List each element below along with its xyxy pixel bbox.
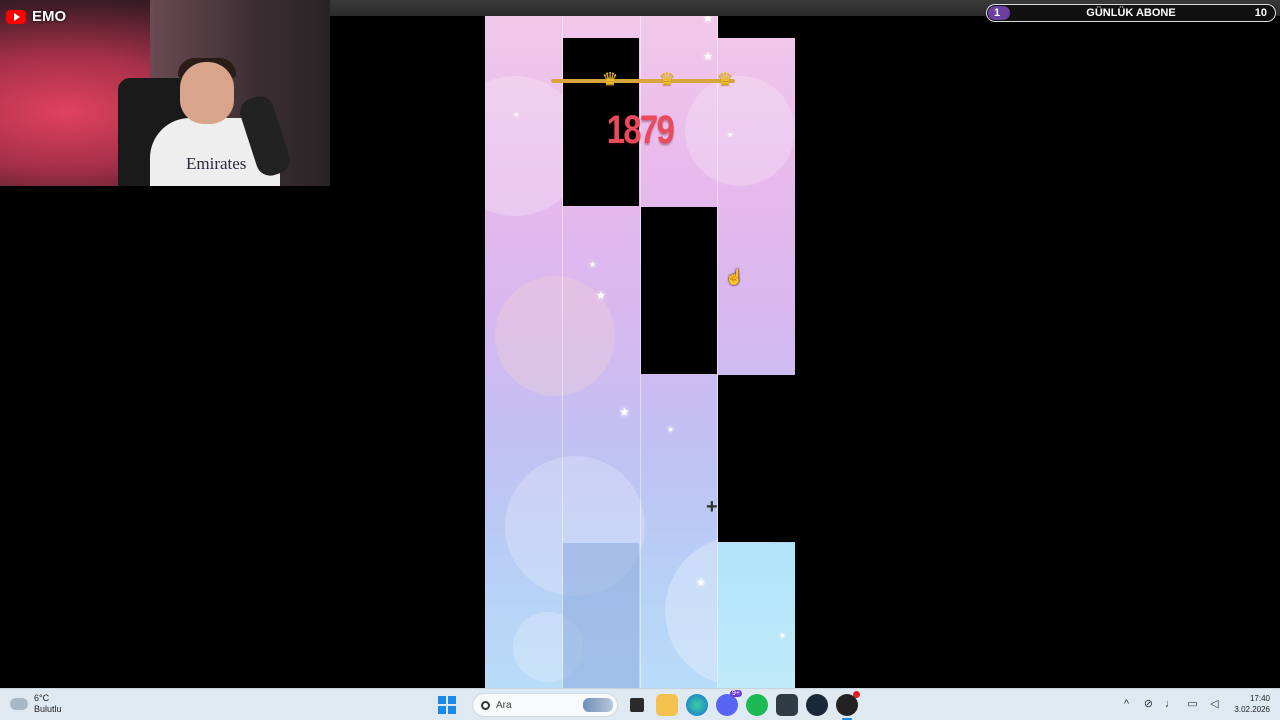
crown-icon: ♛ xyxy=(602,69,619,89)
cloud-icon xyxy=(10,698,28,710)
system-tray: ^ ⊘ ♩ ▭ ◁ 17:40 3.02.2026 xyxy=(1120,693,1270,715)
tapped-tile xyxy=(563,543,639,688)
clock-time: 17:40 xyxy=(1249,694,1270,703)
crown-icon: ♛ xyxy=(717,69,734,89)
sparkle-star: ★ xyxy=(703,51,713,63)
file-explorer-icon[interactable] xyxy=(656,694,678,716)
hand-cursor-icon: ☝ xyxy=(725,269,744,286)
microphone-icon[interactable]: ♩ xyxy=(1164,698,1176,710)
clock-date: 3.02.2026 xyxy=(1234,705,1270,714)
highlight-lane xyxy=(718,543,795,688)
spotify-icon[interactable] xyxy=(746,694,768,716)
sparkle-star: ★ xyxy=(696,577,706,589)
steam-icon[interactable] xyxy=(806,694,828,716)
search-icon xyxy=(481,700,490,710)
goal-target: 10 xyxy=(1254,7,1267,19)
task-view-icon[interactable] xyxy=(630,698,644,712)
song-progress-bar xyxy=(551,79,735,83)
taskbar-clock[interactable]: 17:40 3.02.2026 xyxy=(1234,693,1270,715)
edge-icon[interactable] xyxy=(686,694,708,716)
crosshair-cursor-icon: + xyxy=(706,496,718,518)
sparkle-star: ★ xyxy=(619,405,630,419)
goal-title: GÜNLÜK ABONE xyxy=(1086,7,1176,19)
discord-badge: 9+ xyxy=(730,690,742,697)
search-placeholder: Ara xyxy=(496,699,512,711)
start-button[interactable] xyxy=(438,696,456,714)
discord-icon[interactable]: 9+ xyxy=(716,690,742,716)
piano-tiles-game[interactable]: ★ ★ ★ ★ ★ ★ ★ ★ ★ ★ ♛ ♛ ♛ 1879 xyxy=(485,16,795,688)
volume-icon[interactable]: ◁ xyxy=(1208,698,1220,710)
sparkle-star: ★ xyxy=(596,290,606,302)
webcam-overlay: Emirates EMO xyxy=(0,0,330,186)
search-highlight-image xyxy=(583,698,613,712)
weather-temperature: 6°C xyxy=(34,693,50,703)
channel-name: EMO xyxy=(32,8,67,25)
sparkle-star: ★ xyxy=(667,425,675,434)
sparkle-star: ★ xyxy=(589,260,597,269)
screen: Emirates EMO 1 GÜNLÜK ABONE 10 ★ ★ ★ ★ ★… xyxy=(0,0,1280,720)
hidden-eye-icon[interactable]: ⊘ xyxy=(1142,698,1154,710)
shirt-sponsor-text: Emirates xyxy=(186,154,247,173)
bokeh-light xyxy=(685,76,795,186)
black-tile[interactable] xyxy=(718,375,795,542)
sparkle-star: ★ xyxy=(779,631,787,640)
channel-badge: EMO xyxy=(6,8,66,25)
windows-taskbar: 6°C Bulutlu Ara 9+ ^ ⊘ ♩ ▭ ◁ 17:40 3.02.… xyxy=(0,688,1280,720)
sparkle-star: ★ xyxy=(727,132,734,139)
taskbar-apps: Ara 9+ xyxy=(438,690,860,720)
crown-icon: ♛ xyxy=(659,69,676,89)
sparkle-star: ★ xyxy=(703,16,713,25)
chevron-up-icon[interactable]: ^ xyxy=(1120,698,1132,710)
black-tile[interactable] xyxy=(718,16,795,38)
notification-dot xyxy=(853,691,860,698)
game-app-icon[interactable] xyxy=(836,691,860,720)
black-tile[interactable] xyxy=(641,207,717,374)
display-icon[interactable]: ▭ xyxy=(1186,698,1198,710)
terminal-icon[interactable] xyxy=(776,694,798,716)
weather-condition: Bulutlu xyxy=(34,704,62,714)
taskbar-search[interactable]: Ara xyxy=(472,693,618,717)
sparkle-star: ★ xyxy=(513,112,520,119)
weather-widget[interactable]: 6°C Bulutlu xyxy=(10,693,62,715)
daily-subscriber-goal: 1 GÜNLÜK ABONE 10 xyxy=(986,4,1276,22)
game-score: 1879 xyxy=(606,108,675,152)
youtube-icon xyxy=(6,9,26,24)
streamer-face xyxy=(180,62,234,124)
